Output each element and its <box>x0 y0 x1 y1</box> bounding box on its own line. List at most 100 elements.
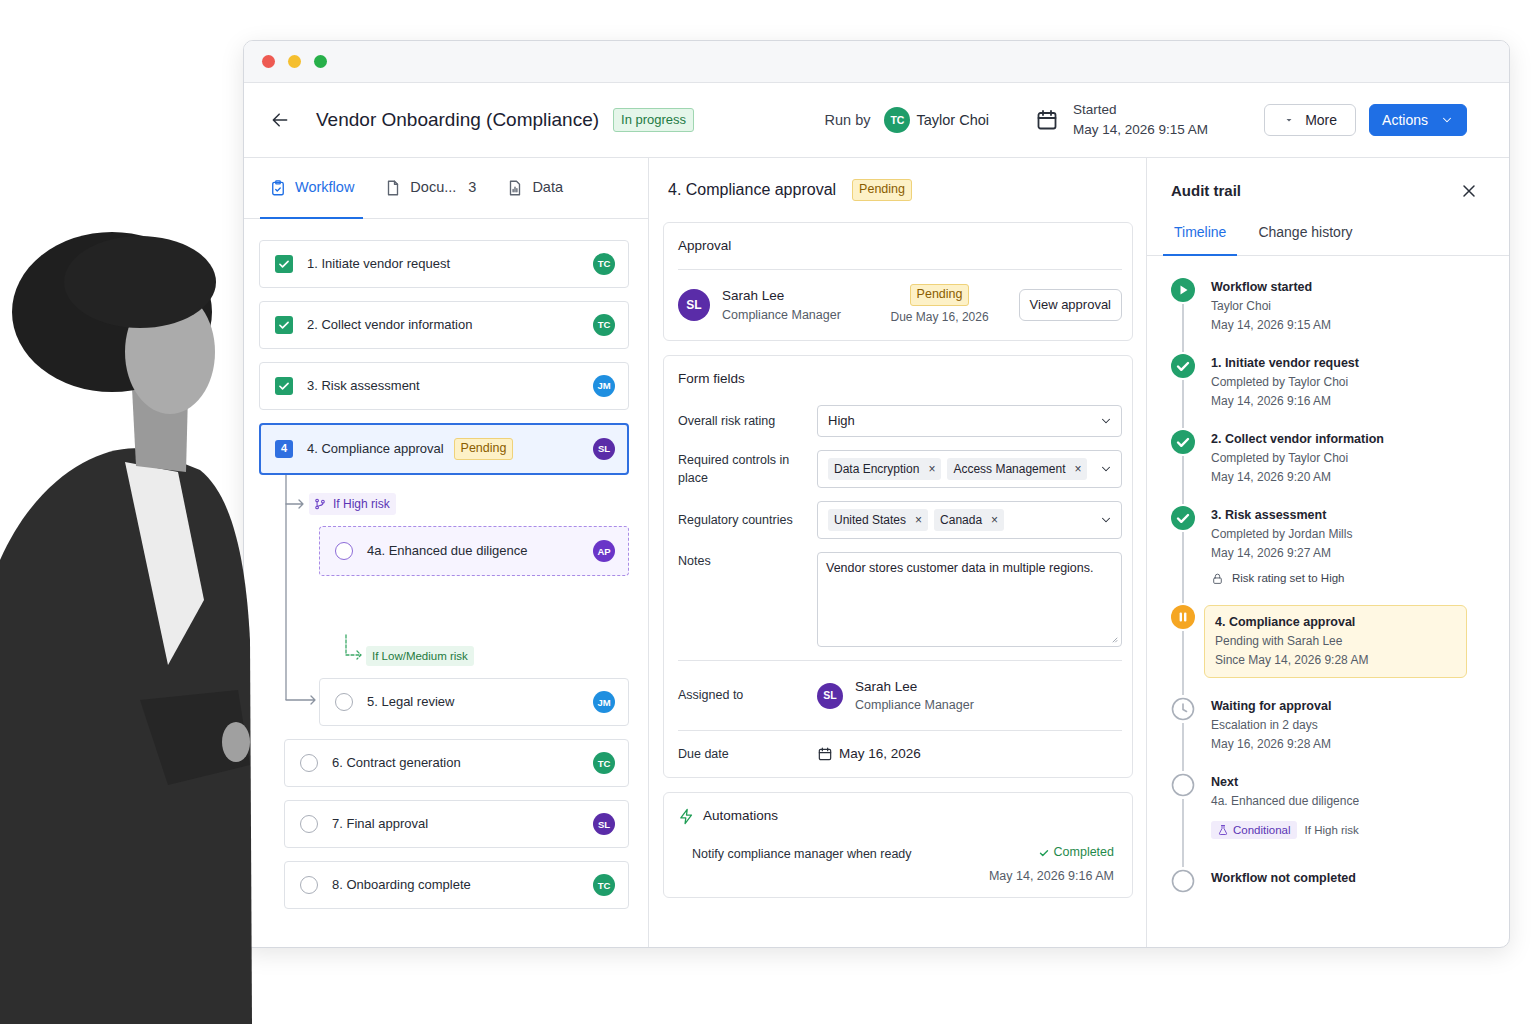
avatar: TC <box>593 253 615 275</box>
close-icon[interactable] <box>1459 181 1479 201</box>
chevron-down-icon <box>1099 462 1113 476</box>
avatar: SL <box>678 289 710 321</box>
step-checkbox[interactable] <box>275 255 293 273</box>
assigned-row: Assigned toSLSarah LeeCompliance Manager <box>678 660 1122 730</box>
event-title: Waiting for approval <box>1211 697 1467 716</box>
field-label: Regulatory countries <box>678 511 817 529</box>
workflow-step[interactable]: 2. Collect vendor informationTC <box>259 301 629 349</box>
event-detail: Pending with Sarah Lee <box>1215 632 1456 651</box>
card-heading-text: Automations <box>703 807 778 826</box>
back-arrow-icon[interactable] <box>270 110 290 130</box>
step-label-wrap: 3. Risk assessment <box>307 377 579 395</box>
multiselect-field[interactable]: United States×Canada× <box>817 501 1122 539</box>
audit-tab[interactable]: Change history <box>1247 223 1363 256</box>
panel-tab[interactable]: Data <box>497 158 572 219</box>
card-heading: Automations <box>678 793 1122 840</box>
event-detail: May 14, 2026 9:16 AM <box>1211 392 1467 411</box>
event-text: 4. Compliance approvalPending with Sarah… <box>1204 605 1467 678</box>
step-label: 5. Legal review <box>367 693 454 711</box>
avatar: TC <box>593 874 615 896</box>
workflow-step[interactable]: 1. Initiate vendor requestTC <box>259 240 629 288</box>
event-marker <box>1171 697 1195 721</box>
notes-text: Vendor stores customer data in multiple … <box>826 561 1094 575</box>
chevron-down-icon <box>1099 513 1113 527</box>
actions-button[interactable]: Actions <box>1369 104 1467 136</box>
form-row: NotesVendor stores customer data in mult… <box>678 552 1122 647</box>
avatar: AP <box>593 540 615 562</box>
step-label-wrap: 4a. Enhanced due diligence <box>367 542 579 560</box>
workflow-step[interactable]: 7. Final approvalSL <box>284 800 629 848</box>
event-marker <box>1171 430 1195 454</box>
header-buttons: More Actions <box>1264 104 1467 136</box>
audit-tab[interactable]: Timeline <box>1163 223 1237 256</box>
window-control[interactable] <box>288 55 301 68</box>
status-circle[interactable] <box>335 542 353 560</box>
check-circle-icon <box>1171 430 1195 454</box>
status-circle[interactable] <box>300 876 318 894</box>
event-detail: May 16, 2026 9:28 AM <box>1211 735 1467 754</box>
avatar: JM <box>593 375 615 397</box>
workflow-step[interactable]: 6. Contract generationTC <box>284 739 629 787</box>
audit-header: Audit trail <box>1147 158 1509 223</box>
event-marker <box>1171 869 1195 893</box>
avatar-initials: AP <box>597 545 610 558</box>
event-title: 2. Collect vendor information <box>1211 430 1467 449</box>
chip-remove[interactable]: × <box>1074 461 1081 478</box>
step-checkbox[interactable] <box>275 316 293 334</box>
avatar: SL <box>593 813 615 835</box>
tag-condition: If High risk <box>1305 822 1359 838</box>
event-detail: Completed by Taylor Choi <box>1211 449 1467 468</box>
workflow-step[interactable]: 5. Legal reviewJM <box>319 678 629 726</box>
status-circle[interactable] <box>335 693 353 711</box>
chip-remove[interactable]: × <box>928 461 935 478</box>
workflow-step[interactable]: 3. Risk assessment JM <box>259 362 629 410</box>
event-title: 1. Initiate vendor request <box>1211 354 1467 373</box>
window-control[interactable] <box>262 55 275 68</box>
more-button[interactable]: More <box>1264 104 1356 136</box>
condition-text: If High risk <box>333 496 390 513</box>
step-checkbox[interactable] <box>275 377 293 395</box>
button-label: More <box>1305 110 1337 131</box>
status-badge: Pending <box>454 438 514 460</box>
chip-remove[interactable]: × <box>915 512 922 529</box>
pause-icon <box>1171 605 1195 629</box>
multiselect-field[interactable]: Data Encryption×Access Management× <box>817 450 1122 488</box>
status-circle[interactable] <box>300 815 318 833</box>
branch-icon <box>313 497 327 511</box>
chip-label: Data Encryption <box>834 461 919 478</box>
automation-status: CompletedMay 14, 2026 9:16 AM <box>989 844 1114 885</box>
event-detail: Escalation in 2 days <box>1211 716 1467 735</box>
event-marker <box>1171 773 1195 797</box>
detail-header: 4. Compliance approvalPending <box>663 158 1133 222</box>
automations-card: AutomationsNotify compliance manager whe… <box>663 792 1133 898</box>
status-badge: Pending <box>910 284 970 306</box>
workflow-step[interactable]: 8. Onboarding completeTC <box>284 861 629 909</box>
timeline-line <box>1182 631 1184 695</box>
avatar-initials: TC <box>598 318 611 331</box>
calendar-icon <box>1035 108 1059 132</box>
event-marker <box>1171 605 1195 629</box>
avatar: TC <box>593 314 615 336</box>
status-badge: Pending <box>852 179 912 201</box>
notes-textarea[interactable]: Vendor stores customer data in multiple … <box>817 552 1122 647</box>
chip-label: Canada <box>940 512 982 529</box>
caret-down-icon <box>1283 114 1295 126</box>
condition-row: If Low/Medium risk <box>259 646 629 666</box>
avatar: TC <box>884 107 910 133</box>
workflow-step[interactable]: 44. Compliance approvalPendingSL <box>259 423 629 475</box>
event-text: Next4a. Enhanced due diligenceConditiona… <box>1211 773 1467 839</box>
title-bar <box>244 41 1509 83</box>
step-label: 4a. Enhanced due diligence <box>367 542 527 560</box>
window-control[interactable] <box>314 55 327 68</box>
event-text: 3. Risk assessmentCompleted by Jordan Mi… <box>1211 506 1467 586</box>
select-field[interactable]: High <box>817 405 1122 437</box>
tag-text: Conditional <box>1233 822 1291 838</box>
play-icon <box>1171 278 1195 302</box>
workflow-step[interactable]: 4a. Enhanced due diligence AP <box>319 526 629 576</box>
panel-tab[interactable]: Workflow <box>260 158 363 219</box>
chip-remove[interactable]: × <box>991 512 998 529</box>
view-approval-button[interactable]: View approval <box>1019 289 1122 321</box>
status-circle[interactable] <box>300 754 318 772</box>
panel-tab[interactable]: Docu...3 <box>375 158 485 219</box>
runner-name: Taylor Choi <box>916 110 989 130</box>
